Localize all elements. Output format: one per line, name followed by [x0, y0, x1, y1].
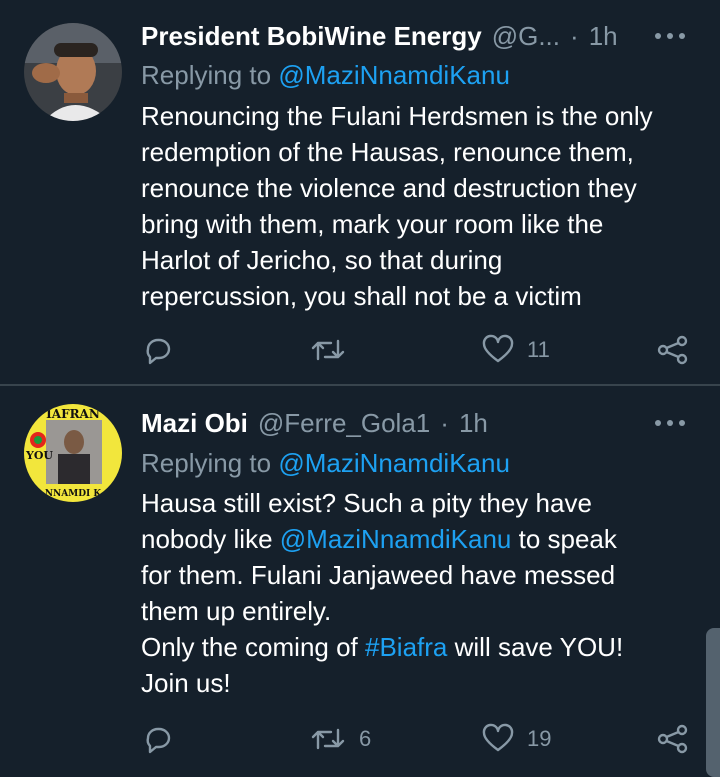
avatar-text-bottom: NNAMDI K — [45, 489, 103, 499]
tweet-text-line: Hausa still exist? Such a pity they have — [141, 488, 592, 518]
tweet-text-line: for them. Fulani Janjaweed have messed — [141, 560, 616, 590]
replying-to-label: Replying to — [141, 60, 272, 90]
tweet-text-line: Only the coming of #Biafra will save YOU… — [141, 629, 701, 665]
mention-link[interactable]: @MaziNnamdiKanu — [280, 524, 512, 554]
share-button[interactable] — [655, 719, 689, 759]
mention-link[interactable]: @MaziNnamdiKanu — [278, 60, 510, 90]
reply-button[interactable] — [141, 330, 175, 370]
avatar-text-left: YOU — [25, 449, 53, 462]
tweet-text-line: redemption of the Hausas, renounce them, — [141, 137, 634, 167]
hashtag-link[interactable]: #Biafra — [365, 632, 447, 662]
tweet-text-line: renounce the violence and destruction th… — [141, 173, 637, 203]
scrollbar-thumb[interactable] — [706, 628, 720, 777]
tweet-text-line: Join us! — [141, 668, 231, 698]
mention-link[interactable]: @MaziNnamdiKanu — [278, 448, 510, 478]
more-icon[interactable] — [650, 409, 690, 437]
timestamp[interactable]: 1h — [589, 21, 618, 52]
avatar-text-top: IAFRAN — [46, 407, 100, 421]
tweet-text-line: repercussion, you shall not be a victim — [141, 281, 582, 311]
separator-dot: · — [570, 20, 579, 51]
tweet-text: Hausa still exist? Such a pity they have… — [141, 485, 701, 701]
like-count: 11 — [527, 337, 550, 362]
like-icon — [482, 334, 514, 363]
separator-dot: · — [440, 407, 449, 438]
tweet-text-line: bring with them, mark your room like the — [141, 209, 604, 239]
avatar-photo — [24, 23, 122, 121]
avatar[interactable] — [24, 23, 122, 121]
retweet-icon — [311, 728, 345, 750]
author-name[interactable]: President BobiWine Energy — [141, 21, 482, 52]
retweet-button[interactable] — [309, 330, 359, 370]
text-segment: Only the coming of — [141, 632, 365, 662]
tweet-actions: 6 19 — [141, 719, 701, 759]
reply-icon — [146, 338, 171, 365]
like-button[interactable]: 19 — [481, 719, 551, 759]
timestamp[interactable]: 1h — [459, 408, 488, 439]
share-button[interactable] — [655, 330, 689, 370]
tweet-text-line: Renouncing the Fulani Herdsmen is the on… — [141, 101, 653, 131]
retweet-count: 6 — [359, 726, 372, 751]
author-name[interactable]: Mazi Obi — [141, 408, 248, 439]
like-count: 19 — [527, 726, 552, 751]
share-icon — [657, 335, 688, 365]
avatar[interactable]: IAFRAN YOU NNAMDI K — [24, 404, 122, 502]
tweet-text-line: Harlot of Jericho, so that during — [141, 245, 503, 275]
tweet-1[interactable]: President BobiWine Energy @G... · 1h Rep… — [0, 0, 720, 385]
tweet-actions: 11 — [141, 330, 701, 370]
reply-button[interactable] — [141, 719, 175, 759]
avatar-photo: IAFRAN YOU NNAMDI K — [24, 404, 122, 502]
like-icon — [482, 723, 514, 752]
retweet-button[interactable]: 6 — [309, 719, 371, 759]
share-icon — [657, 724, 688, 754]
text-segment: to speak — [511, 524, 617, 554]
tweet-header: President BobiWine Energy @G... · 1h — [141, 16, 700, 56]
tweet-text-line: them up entirely. — [141, 596, 332, 626]
text-segment: will save YOU! — [447, 632, 624, 662]
like-button[interactable]: 11 — [481, 330, 550, 370]
more-icon[interactable] — [650, 22, 690, 50]
author-handle[interactable]: @G... — [492, 21, 560, 52]
retweet-icon — [311, 339, 345, 361]
tweet-2[interactable]: IAFRAN YOU NNAMDI K Mazi Obi @Ferre_Gola… — [0, 386, 720, 777]
tweet-header: Mazi Obi @Ferre_Gola1 · 1h — [141, 403, 700, 443]
text-segment: nobody like — [141, 524, 280, 554]
tweet-text-line: nobody like @MaziNnamdiKanu to speak — [141, 521, 701, 557]
tweet-text: Renouncing the Fulani Herdsmen is the on… — [141, 98, 701, 314]
author-handle[interactable]: @Ferre_Gola1 — [258, 408, 430, 439]
replying-to: Replying to @MaziNnamdiKanu — [141, 448, 510, 479]
reply-icon — [146, 727, 171, 754]
replying-to-label: Replying to — [141, 448, 272, 478]
replying-to: Replying to @MaziNnamdiKanu — [141, 60, 510, 91]
